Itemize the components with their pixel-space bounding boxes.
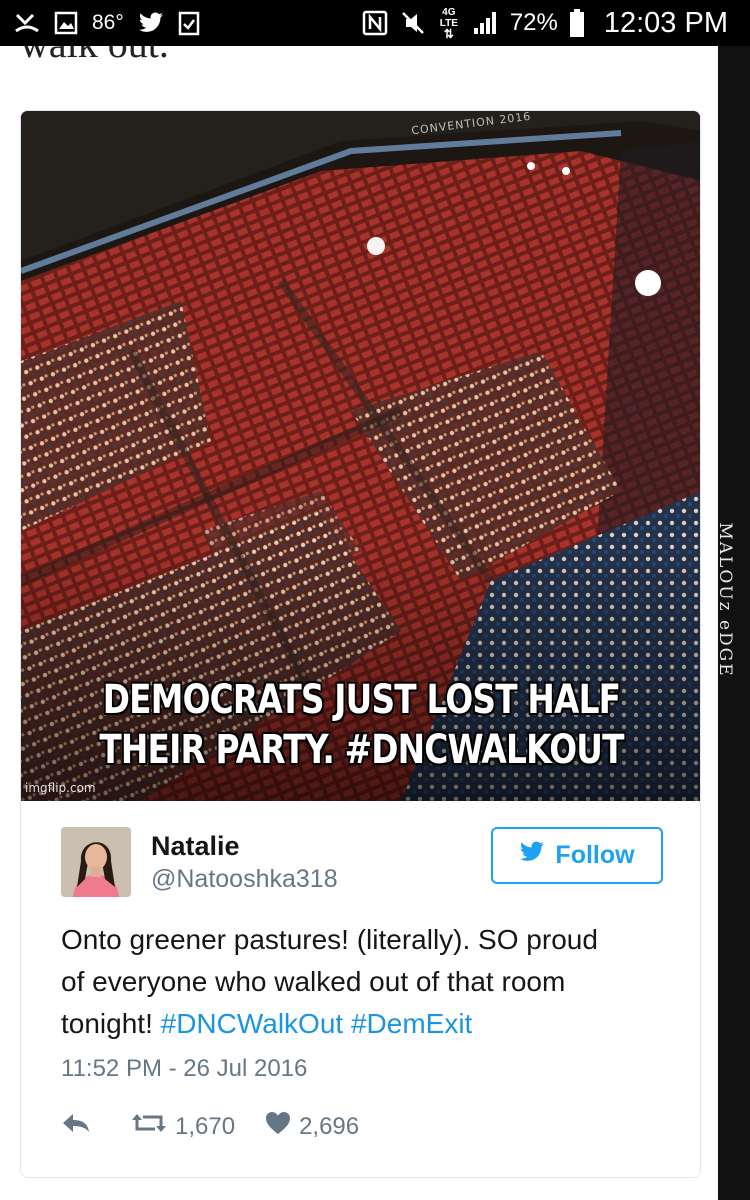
retweet-count: 1,670 [175,1112,236,1140]
article-text-fragment: walk out. [20,46,169,67]
battery-icon [569,9,584,37]
nfc-icon [362,10,388,36]
signal-strength-icon [472,10,498,36]
clipboard-check-icon [178,10,200,36]
temperature-text: 86° [92,11,124,34]
web-page: walk out. [0,46,718,1200]
tweet-actions: 1,670 2,696 [61,1111,359,1142]
reply-icon [61,1112,91,1141]
tweet-timestamp[interactable]: 11:52 PM - 26 Jul 2016 [61,1055,307,1083]
retweet-icon [131,1111,167,1142]
meme-caption-line-1: DEMOCRATS JUST LOST HALF [102,677,621,723]
missed-call-icon [14,11,40,35]
tweet-text-line: tonight! #DNCWalkOut #DemExit [61,1003,671,1045]
image-credit: imgflip.com [25,781,96,795]
network-type-indicator: 4G LTE ⇅ [439,7,458,41]
twitter-bird-icon [138,12,164,34]
like-count: 2,696 [299,1112,360,1140]
tweet-text: Onto greener pastures! (literally). SO p… [61,919,671,1045]
avatar[interactable] [61,827,131,897]
retweet-button[interactable]: 1,670 [131,1111,235,1142]
tweet-text-fragment: tonight! [61,1008,161,1039]
watermark: MALOUz eDGE [715,522,735,678]
hashtag-link[interactable]: #DemExit [351,1008,472,1039]
meme-caption-line-2: THEIR PARTY. #DNCWALKOUT [99,727,624,773]
hashtag-link[interactable]: #DNCWalkOut [161,1008,344,1039]
battery-percentage: 72% [509,9,558,36]
heart-icon [265,1111,291,1142]
tweet-author[interactable]: Natalie @Natooshka318 [61,827,338,897]
embedded-tweet[interactable]: CONVENTION 2016 DEMOCRATS JUST LOST HALF… [20,110,701,1178]
tweet-text-line: Onto greener pastures! (literally). SO p… [61,924,598,955]
mute-icon [400,10,426,36]
profile-photo [61,827,131,897]
twitter-bird-icon [519,841,545,870]
tweet-text-line: of everyone who walked out of that room [61,966,566,997]
follow-button[interactable]: Follow [491,827,663,884]
author-handle[interactable]: @Natooshka318 [151,863,338,895]
like-button[interactable]: 2,696 [265,1111,359,1142]
follow-button-label: Follow [555,841,635,869]
tweet-image[interactable]: CONVENTION 2016 DEMOCRATS JUST LOST HALF… [21,111,700,801]
author-display-name[interactable]: Natalie [151,829,338,863]
reply-button[interactable] [61,1112,91,1141]
clock-time: 12:03 PM [603,6,728,39]
status-bar: 86° 4G LTE ⇅ 72% 12:03 PM [0,0,750,46]
gallery-icon [54,11,78,35]
